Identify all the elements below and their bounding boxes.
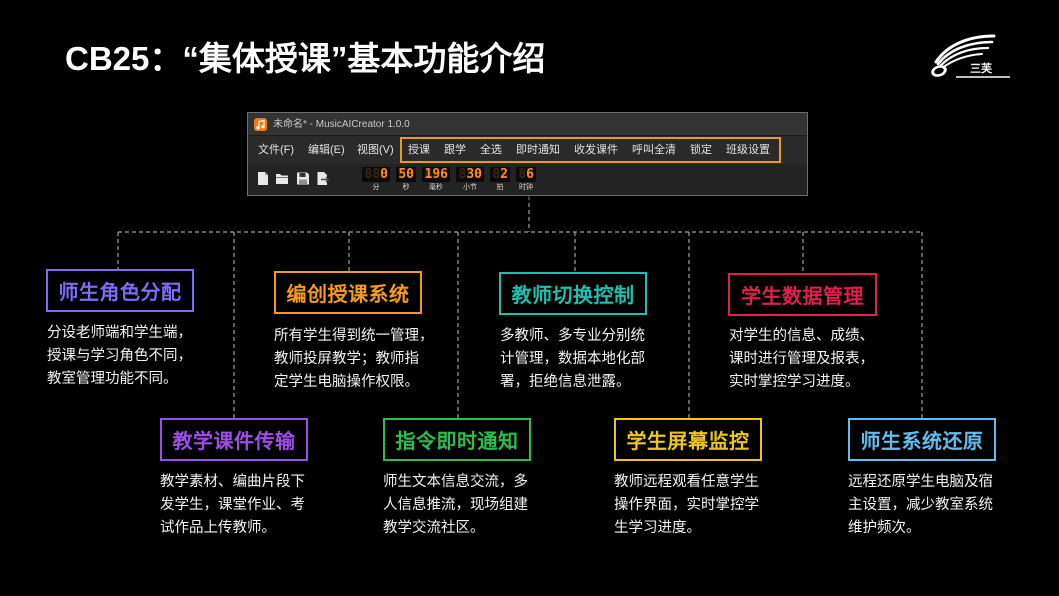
feature-description: 所有学生得到统一管理， 教师投屏教学；教师指 定学生电脑操作权限。 (274, 325, 434, 394)
new-file-icon (258, 172, 268, 185)
app-logo-icon (254, 118, 267, 131)
app-window-screenshot: 未命名* - MusicAICreator 1.0.0 文件(F) 编辑(E) … (247, 112, 808, 196)
lcd-minutes: 0 分 (362, 167, 390, 192)
save-icon (297, 172, 309, 185)
lcd-value: 6 (526, 167, 534, 182)
lcd-label: 小节 (463, 184, 477, 191)
lcd-value: 0 (380, 167, 388, 182)
time-display: 0 分 50 秒 196 毫秒 30 小节 2 拍 (362, 167, 536, 192)
feature-description: 师生文本信息交流，多 人信息推流，现场组建 教学交流社区。 (383, 471, 528, 540)
feature-title: 学生屏幕监控 (614, 418, 762, 461)
lcd-label: 毫秒 (429, 184, 443, 191)
description-line: 教师投屏教学；教师指 (274, 351, 419, 367)
description-line: 所有学生得到统一管理， (274, 328, 434, 344)
description-line: 署，拒绝信息泄露。 (500, 374, 631, 390)
toolbar: 0 分 50 秒 196 毫秒 30 小节 2 拍 (248, 164, 807, 195)
feature-description: 分设老师端和学生端， 授课与学习角色不同， 教室管理功能不同。 (47, 322, 192, 391)
window-titlebar: 未命名* - MusicAICreator 1.0.0 (248, 113, 807, 136)
menu-follow: 跟学 (444, 144, 466, 156)
feature-title: 编创授课系统 (274, 271, 422, 314)
logo-wordmark: 三芙 (970, 61, 993, 75)
description-line: 课时进行管理及报表， (729, 351, 874, 367)
description-line: 教师远程观看任意学生 (614, 474, 759, 490)
menu-view: 视图(V) (357, 144, 394, 156)
lcd-clock: 6 时钟 (516, 167, 536, 192)
description-line: 远程还原学生电脑及宿 (848, 474, 993, 490)
feature-title: 教学课件传输 (160, 418, 308, 461)
description-line: 对学生的信息、成绩、 (729, 328, 874, 344)
description-line: 授课与学习角色不同， (47, 348, 192, 364)
menu-teach: 授课 (408, 144, 430, 156)
highlighted-menu-group: 授课 跟学 全选 即时通知 收发课件 呼叫全清 锁定 班级设置 (400, 137, 781, 163)
lcd-measure: 30 小节 (456, 167, 484, 192)
feature-description: 多教师、多专业分别统 计管理，数据本地化部 署，拒绝信息泄露。 (500, 325, 645, 394)
description-line: 人信息推流，现场组建 (383, 497, 528, 513)
description-line: 操作界面，实时掌控学 (614, 497, 759, 513)
description-line: 分设老师端和学生端， (47, 325, 192, 341)
menu-bar: 文件(F) 编辑(E) 视图(V) 授课 跟学 全选 即时通知 收发课件 呼叫全… (248, 136, 807, 164)
feature-title: 教师切换控制 (499, 272, 647, 315)
brand-logo: 三芙 (931, 34, 1010, 78)
lcd-label: 时钟 (519, 184, 533, 191)
menu-edit: 编辑(E) (308, 144, 345, 156)
description-line: 维护频次。 (848, 520, 921, 536)
description-line: 教学交流社区。 (383, 520, 485, 536)
export-icon (317, 172, 330, 185)
feature-title: 师生系统还原 (848, 418, 996, 461)
feature-description: 对学生的信息、成绩、 课时进行管理及报表， 实时掌控学习进度。 (729, 325, 874, 394)
slide-title: CB25：“集体授课”基本功能介绍 (65, 40, 546, 77)
feature-description: 教学素材、编曲片段下 发学生，课堂作业、考 试作品上传教师。 (160, 471, 305, 540)
slide: CB25：“集体授课”基本功能介绍 三芙 未命名* - MusicAICreat… (0, 0, 1059, 596)
menu-clear-calls: 呼叫全清 (632, 144, 676, 156)
description-line: 多教师、多专业分别统 (500, 328, 645, 344)
description-line: 发学生，课堂作业、考 (160, 497, 305, 513)
lcd-value: 30 (466, 167, 482, 182)
lcd-milliseconds: 196 毫秒 (422, 167, 450, 192)
lcd-seconds: 50 秒 (396, 167, 416, 192)
menu-instant-notice: 即时通知 (516, 144, 560, 156)
description-line: 实时掌控学习进度。 (729, 374, 860, 390)
lcd-value: 196 (424, 167, 448, 182)
window-title: 未命名* - MusicAICreator 1.0.0 (273, 119, 410, 130)
menu-lock: 锁定 (690, 144, 712, 156)
feature-title: 师生角色分配 (46, 269, 194, 312)
description-line: 定学生电脑操作权限。 (274, 374, 419, 390)
lcd-beat: 2 拍 (490, 167, 510, 192)
description-line: 主设置，减少教室系统 (848, 497, 993, 513)
menu-select-all: 全选 (480, 144, 502, 156)
feature-title: 指令即时通知 (383, 418, 531, 461)
lcd-value: 2 (500, 167, 508, 182)
menu-class-settings: 班级设置 (726, 144, 770, 156)
lcd-value: 50 (398, 167, 414, 182)
description-line: 生学习进度。 (614, 520, 701, 536)
description-line: 师生文本信息交流，多 (383, 474, 528, 490)
feature-description: 教师远程观看任意学生 操作界面，实时掌控学 生学习进度。 (614, 471, 759, 540)
description-line: 试作品上传教师。 (160, 520, 276, 536)
lcd-label: 秒 (402, 184, 410, 191)
description-line: 教室管理功能不同。 (47, 371, 178, 387)
lcd-label: 拍 (496, 184, 504, 191)
open-folder-icon (276, 174, 288, 184)
feature-title: 学生数据管理 (728, 273, 877, 316)
menu-courseware: 收发课件 (574, 144, 618, 156)
lcd-label: 分 (372, 184, 380, 191)
description-line: 教学素材、编曲片段下 (160, 474, 305, 490)
feature-description: 远程还原学生电脑及宿 主设置，减少教室系统 维护频次。 (848, 471, 993, 540)
description-line: 计管理，数据本地化部 (500, 351, 645, 367)
menu-file: 文件(F) (258, 144, 295, 156)
